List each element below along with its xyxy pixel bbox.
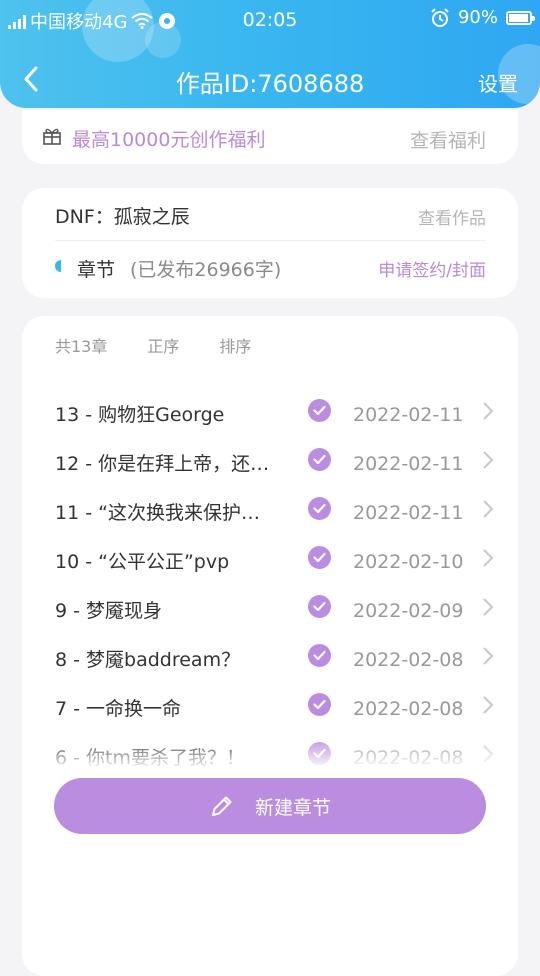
chapter-date: 2022-02-11 (353, 502, 464, 524)
chapter-row[interactable]: 8 - 梦魇baddream？ 2022-02-08 (22, 633, 518, 682)
chapter-list: 13 - 购物狂George 2022-02-11 12 - 你是在拜上帝，还…… (22, 388, 518, 766)
chevron-right-icon (483, 451, 494, 469)
list-header: 共13章 正序 排序 (55, 333, 251, 357)
chapter-title: 11 - “这次换我来保护… (55, 502, 260, 524)
battery-percent: 90% (457, 7, 498, 28)
sort-button[interactable]: 排序 (219, 333, 251, 357)
divider (55, 240, 486, 241)
settings-button[interactable]: 设置 (478, 68, 518, 97)
ascending-order-button[interactable]: 正序 (147, 333, 179, 357)
chapter-title: 7 - 一命换一命 (55, 698, 182, 720)
pencil-icon (211, 796, 232, 816)
chapter-date: 2022-02-08 (353, 747, 464, 766)
chapter-row[interactable]: 9 - 梦魇现身 2022-02-09 (22, 584, 518, 633)
promo-banner: 最高10000元创作福利 查看福利 (22, 110, 518, 164)
work-info-card: DNF：孤寂之辰 查看作品 章节 (已发布26966字) 申请签约/封面 (22, 188, 518, 298)
chapter-title: 10 - “公平公正”pvp (55, 551, 230, 573)
view-benefits-link[interactable]: 查看福利 (410, 126, 486, 153)
chevron-right-icon (483, 402, 494, 420)
chevron-right-icon (483, 696, 494, 714)
chapter-total: 共13章 (55, 337, 108, 356)
chapter-row[interactable]: 10 - “公平公正”pvp 2022-02-10 (22, 535, 518, 584)
chapter-list-card: 共13章 正序 排序 13 - 购物狂George 2022-02-11 12 … (22, 316, 518, 976)
chapter-title: 8 - 梦魇baddream？ (55, 649, 241, 671)
check-icon (308, 595, 331, 618)
published-word-count: (已发布26966字) (130, 259, 282, 281)
chevron-right-icon (483, 647, 494, 665)
view-work-link[interactable]: 查看作品 (418, 204, 486, 229)
apply-contract-link[interactable]: 申请签约/封面 (378, 256, 486, 281)
chevron-right-icon (483, 745, 494, 763)
check-icon (308, 448, 331, 471)
new-chapter-label: 新建章节 (254, 796, 331, 819)
check-icon (308, 742, 331, 765)
battery-icon (506, 10, 535, 25)
new-chapter-button[interactable]: 新建章节 (54, 778, 486, 834)
chapter-title: 13 - 购物狂George (55, 404, 225, 426)
alarm-icon (431, 7, 449, 27)
chevron-right-icon (483, 598, 494, 616)
chapter-date: 2022-02-11 (353, 404, 464, 426)
status-bar: 中国移动4G 02:05 90% (0, 0, 540, 38)
section-marker (55, 260, 61, 272)
header: 中国移动4G 02:05 90% 作品ID:7608688 设置 (0, 0, 540, 108)
chevron-right-icon (483, 549, 494, 567)
chapter-date: 2022-02-11 (353, 453, 464, 475)
chapter-date: 2022-02-09 (353, 600, 464, 622)
check-icon (308, 644, 331, 667)
gift-icon (43, 128, 61, 145)
chapter-date: 2022-02-08 (353, 649, 464, 671)
chapter-date: 2022-02-10 (353, 551, 464, 573)
page-title: 作品ID:7608688 (175, 70, 365, 98)
check-icon (308, 546, 331, 569)
chapter-row[interactable]: 11 - “这次换我来保护… 2022-02-11 (22, 486, 518, 535)
check-icon (308, 497, 331, 520)
chapters-label: 章节 (77, 259, 116, 281)
chevron-right-icon (483, 500, 494, 518)
chapter-title: 6 - 你tm要杀了我？！ (55, 747, 245, 766)
nav-bar: 作品ID:7608688 设置 (0, 54, 540, 106)
chapter-date: 2022-02-08 (353, 698, 464, 720)
chapter-row[interactable]: 13 - 购物狂George 2022-02-11 (22, 388, 518, 437)
check-icon (308, 399, 331, 422)
work-title: DNF：孤寂之辰 (55, 206, 190, 228)
promo-text: 最高10000元创作福利 (72, 129, 266, 151)
chapter-row[interactable]: 6 - 你tm要杀了我？！ 2022-02-08 (22, 731, 518, 766)
chapter-row[interactable]: 7 - 一命换一命 2022-02-08 (22, 682, 518, 731)
check-icon (308, 693, 331, 716)
chapter-title: 9 - 梦魇现身 (55, 600, 163, 622)
chapter-title: 12 - 你是在拜上帝，还… (55, 453, 270, 475)
chapter-row[interactable]: 12 - 你是在拜上帝，还… 2022-02-11 (22, 437, 518, 486)
